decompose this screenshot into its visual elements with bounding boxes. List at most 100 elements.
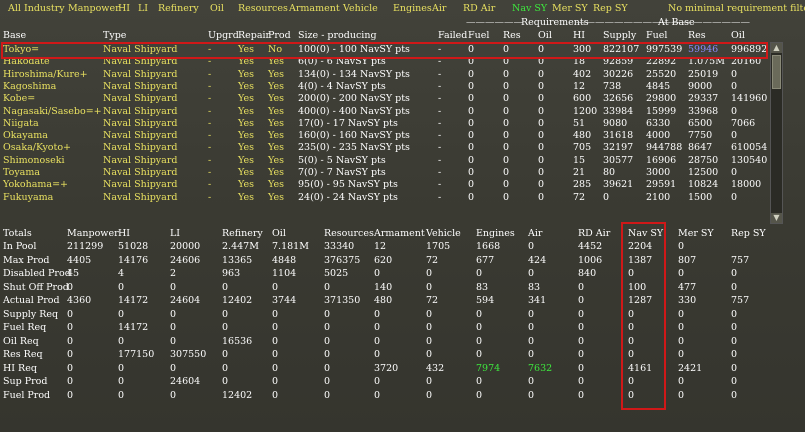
tab-refinery[interactable]: Refinery [158, 3, 199, 15]
column-header[interactable]: Prod [268, 30, 291, 42]
totals-cell: 0 [324, 389, 331, 401]
tab-li[interactable]: LI [138, 3, 148, 15]
totals-cell: 177150 [118, 349, 155, 360]
column-header[interactable]: Supply [603, 30, 636, 42]
base-name[interactable]: Fukuyama [3, 192, 53, 204]
totals-cell: 0 [272, 281, 279, 293]
column-header[interactable]: Oil [731, 30, 745, 42]
totals-cell: 7632 [528, 362, 553, 374]
table-cell: - [438, 105, 442, 117]
totals-cell: 7974 [476, 362, 501, 374]
table-cell: 0 [538, 130, 545, 142]
totals-cell: 4848 [272, 254, 297, 266]
base-name[interactable]: Toyama [3, 167, 40, 179]
totals-cell: 0 [528, 268, 535, 279]
table-cell: 285 [573, 179, 592, 191]
tab-all-industry[interactable]: All Industry [8, 3, 65, 15]
table-cell: 0 [538, 105, 545, 117]
totals-cell: 51028 [118, 241, 149, 252]
scroll-down-icon[interactable]: ▼ [771, 213, 782, 223]
totals-cell: 0 [118, 389, 125, 401]
table-cell: 10824 [688, 179, 719, 191]
tab-no-minimal-requirement-filter[interactable]: No minimal requirement filter [668, 3, 805, 15]
totals-cell: 0 [324, 308, 331, 320]
tab-hi[interactable]: HI [118, 3, 130, 15]
table-cell: 738 [603, 80, 622, 92]
table-cell: - [208, 68, 212, 80]
tab-air[interactable]: Air [432, 3, 446, 15]
table-cell: 8647 [688, 142, 713, 154]
tab-oil[interactable]: Oil [210, 3, 224, 15]
column-header[interactable]: Type [103, 30, 126, 42]
table-cell: 17(0) - 17 NavSY pts [298, 117, 398, 129]
table-cell: 400(0) - 400 NavSY pts [298, 105, 410, 117]
column-header[interactable]: Res [503, 30, 521, 42]
tab-manpower[interactable]: Manpower [68, 3, 120, 15]
totals-row-label: Max Prod [3, 254, 50, 266]
totals-cell: 0 [578, 362, 585, 374]
totals-cell: 0 [476, 268, 483, 279]
tab-vehicle[interactable]: Vehicle [343, 3, 378, 15]
column-header[interactable]: Oil [538, 30, 552, 42]
totals-cell: 12 [374, 241, 387, 252]
tab-rep-sy[interactable]: Rep SY [593, 3, 628, 15]
column-header[interactable]: Res [688, 30, 706, 42]
table-cell: - [208, 105, 212, 117]
tab-rd-air[interactable]: RD Air [463, 3, 495, 15]
totals-cell: 480 [374, 295, 393, 306]
base-name[interactable]: Niigata [3, 118, 39, 130]
table-cell: Yes [268, 80, 284, 92]
column-header[interactable]: Base [3, 30, 26, 42]
totals-cell: 0 [170, 322, 177, 333]
column-header[interactable]: Size - producing [298, 30, 377, 42]
column-header[interactable]: Failed [438, 30, 467, 42]
totals-cell: 0 [324, 335, 331, 347]
column-header[interactable]: Fuel [468, 30, 489, 42]
totals-cell: 0 [118, 335, 125, 347]
totals-row-label: Shut Off Prod [3, 281, 69, 293]
totals-cell: 0 [272, 335, 279, 347]
totals-column-header: LI [170, 228, 181, 239]
totals-cell: 307550 [170, 349, 207, 360]
table-cell: 51 [573, 117, 586, 129]
column-header[interactable]: Upgrd [208, 30, 239, 42]
nav-sy-column-highlight [621, 222, 666, 410]
totals-cell: 0 [476, 335, 483, 347]
table-cell: Yes [238, 68, 254, 80]
vertical-scrollbar[interactable]: ▲ ▼ [770, 42, 783, 224]
base-name[interactable]: Okayama [3, 130, 48, 142]
base-name[interactable]: Hiroshima/Kure+ [3, 69, 88, 81]
scroll-up-icon[interactable]: ▲ [771, 43, 782, 53]
base-name[interactable]: Yokohama=+ [3, 179, 68, 191]
table-cell: 0 [503, 142, 510, 154]
scroll-thumb[interactable] [772, 55, 781, 89]
table-cell: 7066 [731, 117, 756, 129]
table-cell: 610054 [731, 142, 768, 154]
table-cell: 29337 [688, 93, 719, 105]
tab-mer-sy[interactable]: Mer SY [552, 3, 588, 15]
table-cell: Naval Shipyard [103, 167, 178, 178]
tab-nav-sy[interactable]: Nav SY [512, 3, 547, 15]
table-cell: - [438, 179, 442, 191]
table-cell: - [438, 130, 442, 142]
tab-engines[interactable]: Engines [393, 3, 432, 15]
table-cell: - [438, 154, 442, 166]
totals-cell: 14172 [118, 295, 149, 306]
totals-column-header: Oil [272, 228, 286, 239]
column-header[interactable]: HI [573, 30, 585, 42]
table-cell: 4845 [646, 80, 671, 92]
column-header[interactable]: Repair [238, 30, 270, 42]
base-name[interactable]: Kagoshima [3, 81, 56, 93]
base-name[interactable]: Nagasaki/Sasebo=+ [3, 106, 102, 118]
tab-resources[interactable]: Resources [238, 3, 288, 15]
tab-armament[interactable]: Armament [289, 3, 340, 15]
totals-cell: 0 [324, 376, 331, 387]
totals-cell: 0 [426, 389, 433, 401]
table-cell: 141960 [731, 93, 768, 105]
table-cell: 200(0) - 200 NavSY pts [298, 93, 410, 105]
base-name[interactable]: Shimonoseki [3, 155, 65, 167]
column-header[interactable]: Fuel [646, 30, 667, 42]
base-name[interactable]: Osaka/Kyoto+ [3, 142, 71, 154]
totals-cell: 620 [374, 254, 393, 266]
base-name[interactable]: Kobe= [3, 93, 35, 105]
